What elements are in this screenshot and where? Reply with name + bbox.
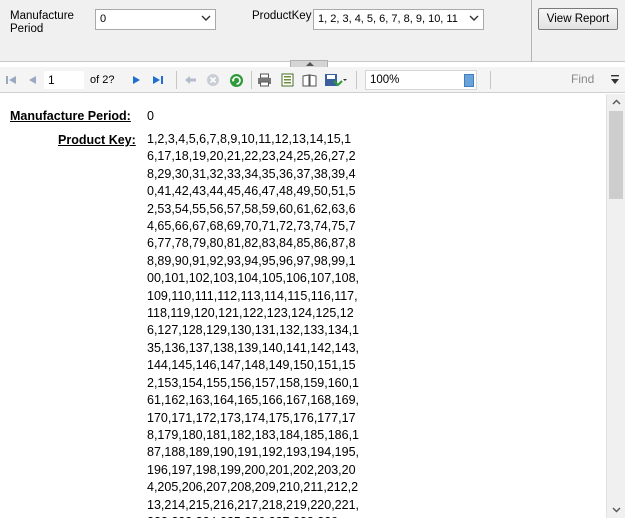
first-page-icon[interactable] xyxy=(4,71,18,89)
report-product-key-value: 1,2,3,4,5,6,7,8,9,10,11,12,13,14,15,16,1… xyxy=(147,132,360,518)
productkey-select[interactable]: 1, 2, 3, 4, 5, 6, 7, 8, 9, 10, 11 xyxy=(313,9,484,30)
productkey-value: 1, 2, 3, 4, 5, 6, 7, 8, 9, 10, 11 xyxy=(318,13,458,25)
chevron-down-icon xyxy=(199,12,213,27)
vertical-scrollbar[interactable] xyxy=(606,94,625,518)
page-setup-icon[interactable] xyxy=(301,71,318,89)
report-manufacture-period-value: 0 xyxy=(147,109,154,123)
last-page-icon[interactable] xyxy=(150,71,166,89)
toolbar-overflow-icon[interactable] xyxy=(611,75,619,87)
toolbar-separator xyxy=(251,71,252,89)
manufacture-period-value: 0 xyxy=(100,13,107,25)
chevron-down-icon xyxy=(467,12,481,27)
toolbar-separator xyxy=(176,71,177,89)
zoom-value: 100% xyxy=(370,74,400,86)
report-product-key-label: Product Key: xyxy=(58,133,136,147)
refresh-icon[interactable] xyxy=(228,71,244,89)
find-link[interactable]: Find xyxy=(571,72,594,86)
toolbar-separator xyxy=(356,71,357,89)
print-layout-icon[interactable] xyxy=(279,71,296,89)
previous-page-icon[interactable] xyxy=(25,71,39,89)
report-content: Manufacture Period: 0 Product Key: 1,2,3… xyxy=(0,94,606,518)
manufacture-period-label: Manufacture Period xyxy=(10,10,74,35)
scroll-up-icon[interactable] xyxy=(607,94,625,110)
next-page-icon[interactable] xyxy=(130,71,144,89)
scrollbar-thumb[interactable] xyxy=(609,111,623,199)
stop-icon[interactable] xyxy=(205,71,221,89)
back-to-parent-icon[interactable] xyxy=(182,71,198,89)
zoom-select[interactable]: 100% xyxy=(365,70,477,90)
export-icon[interactable] xyxy=(323,71,349,89)
current-page-input[interactable] xyxy=(44,71,84,89)
report-toolbar: of 2? 100% Find xyxy=(0,67,625,93)
parameter-area: Manufacture Period 0 ProductKey 1, 2, 3,… xyxy=(0,0,625,62)
parameter-separator xyxy=(531,0,532,62)
scroll-down-icon[interactable] xyxy=(607,502,625,518)
zoom-dropdown-icon xyxy=(464,74,474,87)
report-manufacture-period-label: Manufacture Period: xyxy=(10,109,131,123)
collapse-parameters-toggle[interactable] xyxy=(290,60,328,67)
view-report-button[interactable]: View Report xyxy=(538,8,618,30)
manufacture-period-select[interactable]: 0 xyxy=(95,9,216,30)
page-count-label: of 2? xyxy=(90,74,115,86)
toolbar-separator xyxy=(490,71,491,89)
productkey-label: ProductKey xyxy=(252,10,312,22)
print-icon[interactable] xyxy=(256,71,273,89)
